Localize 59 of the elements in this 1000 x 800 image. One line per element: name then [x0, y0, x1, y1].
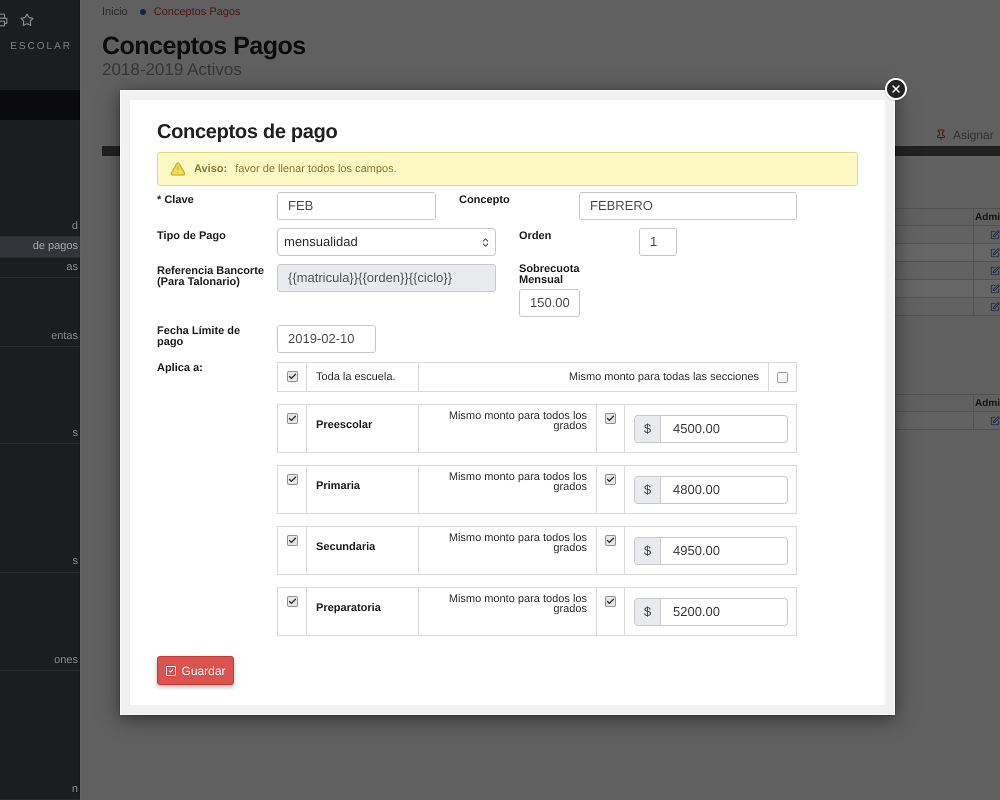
surcharge-field[interactable]: 150.00	[519, 289, 580, 317]
edit-icon[interactable]	[990, 284, 1000, 294]
field-label: Concepto	[459, 193, 511, 208]
check-square-icon	[165, 664, 178, 676]
concepto-field[interactable]: FEBRERO	[579, 192, 797, 220]
section-name: Primaria	[316, 480, 360, 492]
amount-field[interactable]: $ 4500.00	[634, 414, 788, 442]
checkbox[interactable]	[286, 371, 298, 382]
select-arrows-icon	[480, 236, 491, 248]
checkbox[interactable]	[286, 413, 298, 424]
warning-icon	[170, 161, 186, 177]
sidebar-item[interactable]: as	[0, 258, 80, 278]
field-label: Sobrecuota Mensual	[519, 264, 581, 286]
close-icon	[890, 83, 902, 95]
sidebar-item[interactable]: de pagos	[0, 236, 80, 258]
field-label: Orden	[519, 229, 552, 244]
same-amount-label: Mismo monto para todos los grados	[448, 594, 587, 617]
amount-field[interactable]: $ 4950.00	[634, 536, 788, 564]
amount-field[interactable]: $ 4800.00	[634, 476, 788, 504]
amount-field[interactable]: $ 5200.00	[634, 598, 788, 626]
same-amount-label: Mismo monto para todos los grados	[448, 411, 587, 434]
star-icon[interactable]	[20, 12, 34, 27]
table-header: Admi	[973, 395, 1000, 411]
field-label: Tipo de Pago	[157, 229, 227, 244]
checkbox[interactable]	[605, 596, 616, 607]
checkbox[interactable]	[605, 535, 616, 546]
school-label: Toda la escuela.	[316, 370, 396, 385]
clave-field[interactable]: FEB	[277, 192, 436, 220]
brand-text: ESCOLAR	[10, 40, 72, 54]
section-name: Secundaria	[316, 541, 376, 553]
field-label: * Clave	[157, 193, 195, 208]
checkbox[interactable]	[605, 413, 616, 424]
same-amount-label: Mismo monto para todos los grados	[448, 533, 587, 556]
alert-text: favor de llenar todos los campos.	[235, 162, 397, 177]
orden-field[interactable]: 1	[639, 228, 677, 256]
date-field[interactable]: 2019-02-10	[277, 325, 376, 353]
checkbox[interactable]	[286, 596, 298, 607]
section-name: Preescolar	[316, 419, 372, 431]
page-title: Conceptos Pagos	[102, 32, 307, 60]
checkbox[interactable]	[605, 474, 616, 485]
same-amount-label: Mismo monto para todos los grados	[448, 472, 587, 495]
same-amount-label: Mismo monto para todas las secciones	[568, 370, 759, 385]
modal-title: Conceptos de pago	[157, 120, 338, 144]
currency-addon: $	[635, 538, 661, 564]
edit-icon[interactable]	[990, 248, 1000, 258]
currency-addon: $	[635, 416, 661, 442]
field-label: Referencia Bancorte (Para Talonario)	[157, 264, 265, 290]
checkbox[interactable]	[777, 372, 788, 382]
alert-label: Aviso:	[194, 162, 228, 177]
table-header: Admi	[973, 209, 1000, 225]
save-button[interactable]: Guardar	[157, 656, 234, 685]
section-name: Preparatoria	[316, 602, 381, 614]
field-label: Aplica a:	[157, 362, 204, 376]
payment-type-select[interactable]: mensualidad	[277, 228, 496, 256]
field-label: Fecha Límite de pago	[157, 325, 242, 350]
checkbox[interactable]	[286, 535, 298, 546]
checkbox[interactable]	[286, 474, 298, 485]
currency-addon: $	[635, 476, 661, 502]
currency-addon: $	[635, 598, 661, 624]
